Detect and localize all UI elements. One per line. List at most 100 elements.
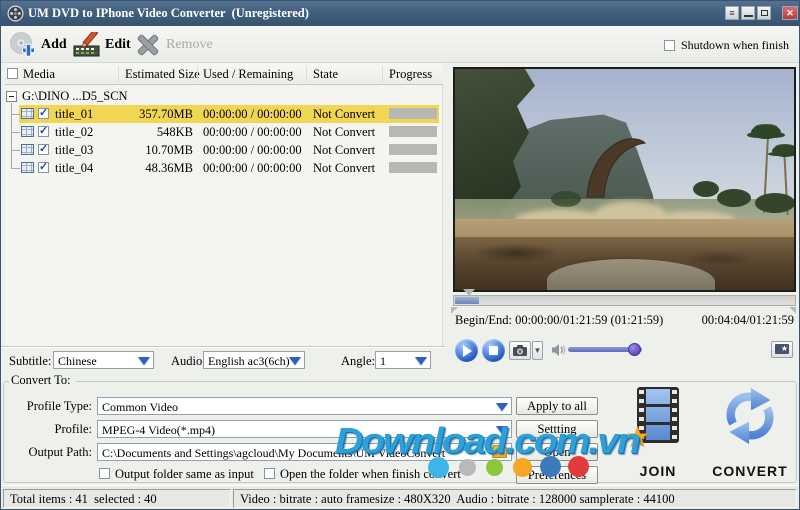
seek-progress — [455, 297, 479, 304]
shutdown-when-finish[interactable]: Shutdown when finish — [664, 38, 789, 53]
column-size[interactable]: Estimated Size — [125, 67, 200, 82]
row-checkbox[interactable] — [38, 124, 49, 137]
minimize-button[interactable] — [741, 6, 755, 20]
row-used: 00:00:00 / 00:00:00 — [203, 143, 302, 157]
add-button[interactable]: Add — [9, 29, 67, 60]
speaker-icon[interactable] — [551, 343, 566, 357]
video-preview-frame — [453, 67, 796, 292]
seek-bar[interactable] — [453, 295, 796, 306]
title-grid-icon — [21, 162, 34, 173]
row-size: 48.36MB — [145, 161, 193, 175]
window-star-icon: ★ — [775, 344, 789, 354]
tree-collapse-icon[interactable] — [6, 91, 17, 102]
tree-root-row[interactable]: G:\DINO ...D5_SCN — [5, 87, 443, 105]
stop-button[interactable] — [482, 339, 505, 362]
browse-folder-icon[interactable] — [492, 445, 507, 458]
app-window: UM DVD to IPhone Video Converter (Unregi… — [0, 0, 800, 510]
volume-slider[interactable] — [568, 343, 642, 356]
column-state[interactable]: State — [313, 67, 338, 82]
edit-label: Edit — [105, 36, 131, 52]
open-button[interactable]: Open — [516, 443, 598, 461]
profile-type-select[interactable]: Common Video — [97, 397, 512, 415]
media-row-title-03[interactable]: title_03 10.70MB 00:00:00 / 00:00:00 Not… — [5, 141, 443, 159]
stop-icon — [489, 346, 498, 355]
profile-type-label: Profile Type: — [26, 399, 92, 413]
chevron-down-icon — [415, 357, 427, 365]
output-path-label: Output Path: — [28, 445, 92, 459]
output-path-field[interactable]: C:\Documents and Settings\agcloud\My Doc… — [97, 443, 512, 461]
audio-select[interactable]: English ac3(6ch) — [203, 351, 305, 369]
seek-position-marker[interactable] — [463, 289, 475, 296]
setting-button[interactable]: Settting — [516, 420, 598, 438]
convert-label: CONVERT — [712, 463, 788, 479]
open-folder-when-finish-checkbox[interactable] — [264, 468, 275, 479]
media-row-title-04[interactable]: title_04 48.36MB 00:00:00 / 00:00:00 Not… — [5, 159, 443, 177]
subtitle-select[interactable]: Chinese — [53, 351, 154, 369]
column-progress[interactable]: Progress — [389, 67, 432, 82]
column-media[interactable]: Media — [23, 67, 55, 82]
title-grid-icon — [21, 144, 34, 155]
convert-to-group: Convert To: Profile Type: Common Video A… — [3, 373, 797, 484]
row-size: 548KB — [156, 125, 193, 139]
pterosaur-wing — [586, 138, 647, 198]
filmstrip-icon: ★ — [625, 387, 679, 453]
open-folder-when-finish-label: Open the folder when finish convert — [280, 467, 461, 481]
window-menu-button[interactable]: ≡ — [725, 6, 739, 20]
preferences-button[interactable]: Preferences — [516, 466, 598, 484]
row-checkbox[interactable] — [38, 106, 49, 119]
row-state: Not Convert — [313, 161, 376, 175]
remove-x-icon — [137, 34, 159, 55]
angle-value: 1 — [380, 354, 386, 368]
toolbar: Add Edit Remove Shutdown when finish — [1, 26, 799, 63]
snapshot-button[interactable] — [509, 341, 531, 360]
chevron-down-icon — [496, 426, 508, 434]
row-size: 10.70MB — [145, 143, 193, 157]
window-title: UM DVD to IPhone Video Converter (Unregi… — [28, 6, 309, 20]
row-name: title_01 — [55, 107, 94, 121]
snapshot-dropdown-button[interactable]: ▼ — [532, 341, 543, 360]
row-state: Not Convert — [313, 107, 376, 121]
media-row-title-01[interactable]: title_01 357.70MB 00:00:00 / 00:00:00 No… — [5, 105, 443, 123]
volume-thumb[interactable] — [628, 343, 641, 356]
angle-label: Angle: — [341, 354, 376, 368]
output-same-as-input-label: Output folder same as input — [115, 467, 254, 481]
row-checkbox[interactable] — [38, 142, 49, 155]
shutdown-checkbox[interactable] — [664, 40, 675, 51]
row-progress-bar — [389, 126, 437, 137]
row-used: 00:00:00 / 00:00:00 — [203, 161, 302, 175]
remove-button: Remove — [135, 29, 213, 60]
profile-type-value: Common Video — [102, 400, 179, 414]
preview-window-button[interactable]: ★ — [771, 341, 793, 358]
stream-options-bar: Subtitle: Chinese Audio: English ac3(6ch… — [1, 346, 445, 373]
star-icon: ★ — [625, 420, 651, 453]
media-list-header: Media Estimated Size Used / Remaining St… — [5, 63, 443, 85]
output-same-as-input-checkbox[interactable] — [99, 468, 110, 479]
select-all-checkbox[interactable] — [7, 68, 18, 79]
angle-select[interactable]: 1 — [375, 351, 431, 369]
close-button[interactable]: ✕ — [782, 6, 798, 20]
join-button[interactable]: ★ JOIN — [618, 385, 698, 481]
row-state: Not Convert — [313, 143, 376, 157]
apply-to-all-button[interactable]: Apply to all — [516, 397, 598, 415]
play-button[interactable] — [455, 339, 478, 362]
media-list: Media Estimated Size Used / Remaining St… — [5, 63, 443, 346]
app-film-reel-icon — [7, 5, 24, 22]
add-label: Add — [41, 36, 67, 52]
status-items: Total items : 41 selected : 40 — [3, 489, 231, 508]
profile-select[interactable]: MPEG-4 Video(*.mp4) — [97, 420, 512, 438]
column-used[interactable]: Used / Remaining — [203, 67, 293, 82]
begin-end-time: Begin/End: 00:00:00/01:21:59 (01:21:59) — [455, 313, 664, 327]
maximize-button[interactable] — [757, 6, 771, 20]
convert-button[interactable]: CONVERT — [704, 385, 796, 481]
edit-button[interactable]: Edit — [73, 29, 131, 60]
profile-value: MPEG-4 Video(*.mp4) — [102, 423, 216, 437]
video-preview-image — [455, 69, 794, 290]
status-encoding-info: Video : bitrate : auto framesize : 480X3… — [233, 489, 797, 508]
row-name: title_03 — [55, 143, 94, 157]
row-checkbox[interactable] — [38, 160, 49, 173]
row-name: title_04 — [55, 161, 94, 175]
current-position-time: 00:04:04/01:21:59 — [701, 313, 794, 327]
media-row-title-02[interactable]: title_02 548KB 00:00:00 / 00:00:00 Not C… — [5, 123, 443, 141]
row-progress-bar — [389, 108, 437, 119]
row-name: title_02 — [55, 125, 94, 139]
